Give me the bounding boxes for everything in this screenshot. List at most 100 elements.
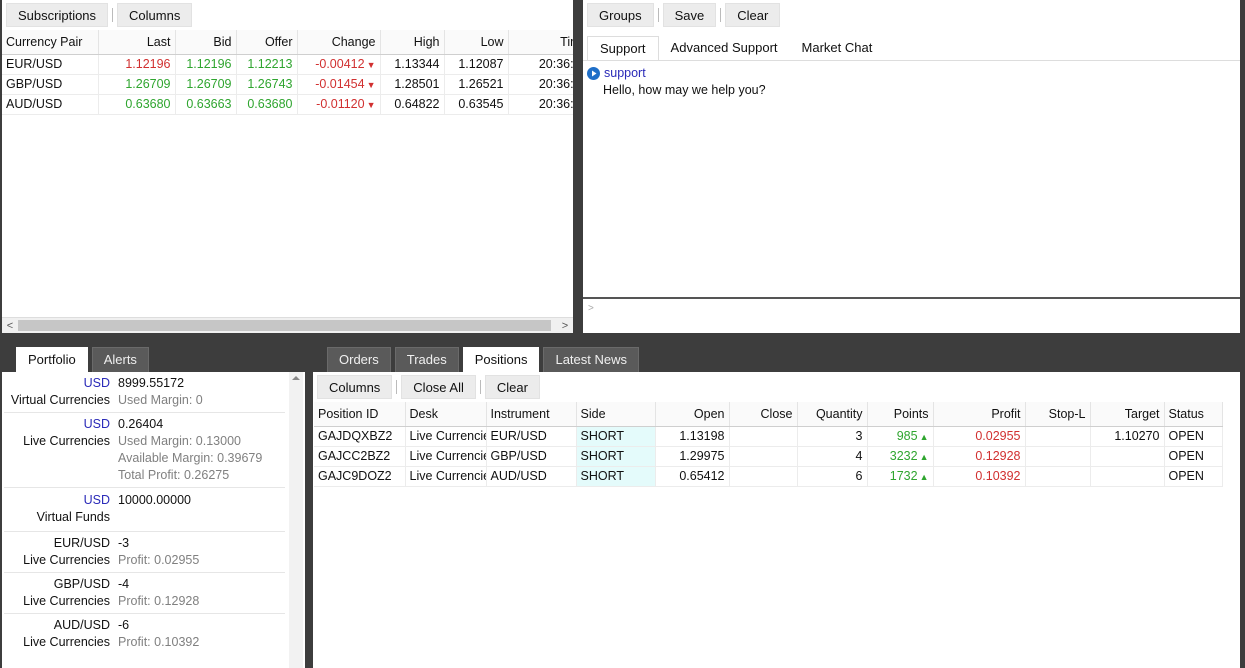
portfolio-currency: GBP/USD (53, 577, 110, 591)
scroll-left-icon[interactable]: < (2, 318, 18, 333)
quote-change-value: -0.01454 (315, 77, 365, 91)
quote-high: 1.28501 (380, 74, 445, 95)
col-header-currency-pair[interactable]: Currency Pair (2, 30, 99, 55)
save-button[interactable]: Save (662, 3, 717, 27)
chat-clear-button[interactable]: Clear (725, 3, 781, 27)
position-row[interactable]: GAJC9DOZ2 Live Currencies AUD/USD SHORT … (314, 466, 1223, 487)
quotes-header-row: Currency Pair Last Bid Offer Change High… (2, 30, 573, 55)
col-header-side[interactable]: Side (576, 402, 656, 427)
chat-input[interactable]: > (583, 297, 1240, 333)
positions-clear-button[interactable]: Clear (484, 375, 540, 399)
position-stop-loss (1025, 446, 1091, 467)
tab-trades[interactable]: Trades (394, 347, 459, 372)
position-profit: 0.02955 (933, 426, 1026, 447)
tab-alerts[interactable]: Alerts (91, 347, 149, 372)
quote-row[interactable]: EUR/USD 1.12196 1.12196 1.12213 -0.00412… (2, 54, 573, 75)
col-header-time[interactable]: Time (508, 30, 573, 55)
quote-offer: 1.12213 (236, 54, 298, 75)
portfolio-currency: USD (83, 493, 110, 507)
quote-bid: 0.63663 (175, 94, 237, 115)
portfolio-amount: 8999.55172 (118, 376, 185, 390)
toolbar-separator (396, 380, 398, 394)
tab-positions[interactable]: Positions (462, 347, 540, 372)
positions-columns-button[interactable]: Columns (317, 375, 393, 399)
portfolio-vertical-scrollbar[interactable] (289, 372, 303, 668)
chat-sender: support (604, 66, 646, 80)
col-header-quantity[interactable]: Quantity (797, 402, 868, 427)
portfolio-item[interactable]: USD Virtual Currencies 8999.55172 Used Mar… (4, 372, 285, 413)
tab-latest-news[interactable]: Latest News (543, 347, 640, 372)
portfolio-detail: Used Margin: 0 (118, 393, 203, 407)
portfolio-amount: 0.26404 (118, 417, 164, 431)
position-points-value: 1732 (889, 469, 918, 483)
scroll-up-icon[interactable] (289, 372, 303, 384)
position-open: 0.65412 (655, 466, 730, 487)
portfolio-amount: 10000.00000 (118, 493, 191, 507)
quotes-columns-button[interactable]: Columns (117, 3, 193, 27)
position-id: GAJCC2BZ2 (314, 446, 406, 467)
portfolio-account-name: Virtual Funds (36, 510, 110, 524)
col-header-target[interactable]: Target (1090, 402, 1165, 427)
quote-change-value: -0.00412 (315, 57, 365, 71)
col-header-high[interactable]: High (380, 30, 445, 55)
quote-pair: AUD/USD (2, 94, 99, 115)
col-header-profit[interactable]: Profit (933, 402, 1026, 427)
quote-last: 0.63680 (98, 94, 176, 115)
portfolio-currency: AUD/USD (53, 618, 110, 632)
col-header-change[interactable]: Change (297, 30, 381, 55)
positions-header-row: Position ID Desk Instrument Side Open Cl… (314, 402, 1223, 427)
col-header-points[interactable]: Points (867, 402, 934, 427)
tab-portfolio[interactable]: Portfolio (16, 347, 88, 372)
close-all-button[interactable]: Close All (401, 375, 476, 399)
quote-row[interactable]: GBP/USD 1.26709 1.26709 1.26743 -0.01454… (2, 74, 573, 95)
portfolio-item[interactable]: GBP/USD Live Currencies -4 Profit: 0.12928 (4, 573, 285, 614)
tab-market-chat[interactable]: Market Chat (790, 36, 885, 60)
position-row[interactable]: GAJCC2BZ2 Live Currencies GBP/USD SHORT … (314, 446, 1223, 467)
col-header-close[interactable]: Close (729, 402, 798, 427)
groups-button[interactable]: Groups (587, 3, 654, 27)
portfolio-item[interactable]: EUR/USD Live Currencies -3 Profit: 0.02955 (4, 532, 285, 573)
down-arrow-icon: ▼ (366, 80, 376, 90)
position-points-value: 3232 (889, 449, 918, 463)
tab-orders[interactable]: Orders (327, 347, 391, 372)
tab-support[interactable]: Support (587, 36, 659, 60)
col-header-open[interactable]: Open (655, 402, 730, 427)
position-instrument: GBP/USD (486, 446, 577, 467)
scrollbar-thumb[interactable] (18, 320, 551, 331)
portfolio-item[interactable]: USD Virtual Funds 10000.00000 (4, 488, 285, 532)
positions-toolbar: Columns Close All Clear (313, 372, 1240, 402)
col-header-status[interactable]: Status (1164, 402, 1223, 427)
quotes-horizontal-scrollbar[interactable]: < > (2, 317, 573, 333)
portfolio-item[interactable]: AUD/USD Live Currencies -6 Profit: 0.10392 (4, 614, 285, 654)
col-header-offer[interactable]: Offer (236, 30, 298, 55)
col-header-low[interactable]: Low (444, 30, 509, 55)
col-header-last[interactable]: Last (98, 30, 176, 55)
scroll-right-icon[interactable]: > (557, 318, 573, 333)
portfolio-item[interactable]: USD Live Currencies 0.26404 Used Margin: 0… (4, 413, 285, 488)
portfolio-account-name: Live Currencies (23, 553, 110, 567)
quote-row[interactable]: AUD/USD 0.63680 0.63663 0.63680 -0.01120… (2, 94, 573, 115)
col-header-stop-loss[interactable]: Stop-L (1025, 402, 1091, 427)
quote-offer: 1.26743 (236, 74, 298, 95)
quote-low: 0.63545 (444, 94, 509, 115)
position-close (729, 466, 798, 487)
col-header-desk[interactable]: Desk (405, 402, 487, 427)
positions-table: Position ID Desk Instrument Side Open Cl… (314, 402, 1223, 487)
position-profit: 0.10392 (933, 466, 1026, 487)
position-points-value: 985 (896, 429, 918, 443)
tab-advanced-support[interactable]: Advanced Support (659, 36, 790, 60)
col-header-instrument[interactable]: Instrument (486, 402, 577, 427)
portfolio-currency: USD (83, 376, 110, 390)
col-header-position-id[interactable]: Position ID (314, 402, 406, 427)
position-open: 1.29975 (655, 446, 730, 467)
subscriptions-button[interactable]: Subscriptions (6, 3, 109, 27)
position-status: OPEN (1164, 426, 1223, 447)
portfolio-detail: Available Margin: 0.39679 (118, 451, 263, 465)
down-arrow-icon: ▼ (366, 60, 376, 70)
quote-time: 20:36:37 (508, 74, 573, 95)
position-row[interactable]: GAJDQXBZ2 Live Currencies EUR/USD SHORT … (314, 426, 1223, 447)
position-desk: Live Currencies (405, 446, 487, 467)
portfolio-account-name: Virtual Currencies (10, 393, 110, 407)
portfolio-account-name: Live Currencies (23, 635, 110, 649)
col-header-bid[interactable]: Bid (175, 30, 237, 55)
